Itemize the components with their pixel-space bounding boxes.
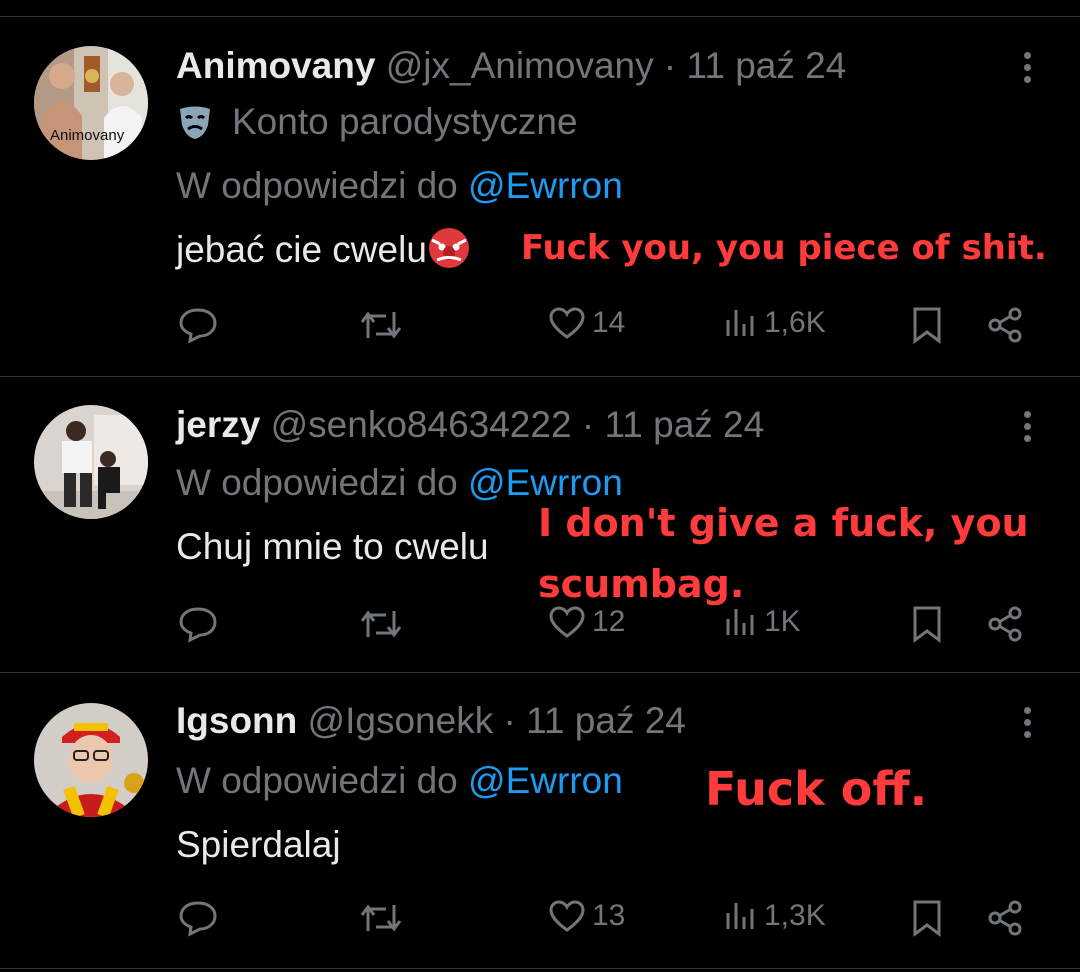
tweet-header: Animovany @jx_Animovany · 11 paź 24 — [176, 44, 846, 88]
reply-icon — [179, 901, 217, 937]
tweet-text: jebać cie cwelu — [176, 229, 427, 270]
reply-prefix: W odpowiedzi do — [176, 165, 458, 206]
share-button[interactable] — [986, 899, 1024, 937]
like-count: 12 — [592, 605, 626, 638]
more-options-icon[interactable] — [1020, 411, 1034, 447]
like-count: 13 — [592, 899, 626, 932]
tweet-text-row: Spierdalaj — [176, 823, 341, 867]
share-icon — [988, 606, 1022, 642]
bookmark-icon — [913, 606, 941, 643]
repost-button[interactable] — [358, 901, 404, 935]
views-icon — [726, 310, 754, 336]
separator-dot: · — [581, 404, 595, 445]
reply-button[interactable] — [178, 306, 218, 344]
view-count: 1K — [764, 605, 801, 638]
separator-dot: · — [663, 45, 677, 86]
tweet-3[interactable]: Igsonn @Igsonekk · 11 paź 24 W odpowiedz… — [0, 673, 1080, 972]
bookmark-button[interactable] — [912, 605, 942, 643]
bottom-divider — [0, 968, 1080, 969]
repost-icon — [360, 904, 402, 932]
bookmark-icon — [913, 900, 941, 937]
tweet-text-row: jebać cie cwelu — [176, 226, 471, 272]
like-count: 14 — [592, 306, 626, 339]
reply-mention-link[interactable]: @Ewrron — [468, 165, 623, 206]
separator-dot: · — [503, 700, 516, 741]
avatar[interactable]: Animovany — [34, 46, 148, 160]
parody-label: Konto parodystyczne — [176, 100, 578, 144]
view-count: 1,3K — [764, 899, 826, 932]
repost-icon — [360, 311, 402, 339]
like-button[interactable]: 13 — [548, 899, 625, 933]
tweet-1[interactable]: Animovany Animovany @jx_Animovany · 11 p… — [0, 0, 1080, 376]
view-count: 1,6K — [764, 306, 826, 339]
views-icon — [726, 609, 754, 635]
repost-icon — [360, 610, 402, 638]
bookmark-button[interactable] — [912, 306, 942, 344]
share-button[interactable] — [986, 605, 1024, 643]
goblin-emoji — [428, 228, 469, 268]
user-handle[interactable]: @Igsonekk — [308, 700, 494, 741]
tweet-date[interactable]: 11 paź 24 — [687, 45, 847, 86]
views-icon — [726, 903, 754, 929]
display-name[interactable]: jerzy — [176, 404, 260, 445]
tweet-date[interactable]: 11 paź 24 — [604, 404, 764, 445]
share-button[interactable] — [986, 306, 1024, 344]
share-icon — [988, 900, 1022, 936]
tweet-header: Igsonn @Igsonekk · 11 paź 24 — [176, 699, 686, 743]
action-bar: 12 1K — [0, 599, 1080, 649]
translation-overlay: Fuck you, you piece of shit. — [521, 228, 1047, 268]
tweet-2[interactable]: jerzy @senko84634222 · 11 paź 24 W odpow… — [0, 377, 1080, 672]
translation-overlay-line-1: I don't give a fuck, you — [538, 501, 1029, 545]
user-handle[interactable]: @jx_Animovany — [386, 45, 654, 86]
avatar[interactable] — [34, 703, 148, 817]
heart-icon — [549, 900, 585, 932]
tweet-date[interactable]: 11 paź 24 — [526, 700, 686, 741]
views-button[interactable]: 1,6K — [724, 306, 826, 340]
reply-context: W odpowiedzi do @Ewrron — [176, 759, 623, 803]
reply-button[interactable] — [178, 899, 218, 937]
avatar[interactable] — [34, 405, 148, 519]
reply-prefix: W odpowiedzi do — [176, 462, 458, 503]
display-name[interactable]: Animovany — [176, 45, 375, 86]
more-options-icon[interactable] — [1020, 52, 1034, 88]
bookmark-button[interactable] — [912, 899, 942, 937]
tweet-text-row: Chuj mnie to cwelu — [176, 525, 489, 569]
user-handle[interactable]: @senko84634222 — [271, 404, 572, 445]
display-name[interactable]: Igsonn — [176, 700, 297, 741]
tweet-header: jerzy @senko84634222 · 11 paź 24 — [176, 403, 764, 447]
reply-mention-link[interactable]: @Ewrron — [468, 760, 623, 801]
reply-icon — [179, 308, 217, 344]
reply-icon — [179, 607, 217, 643]
tweet-text: Spierdalaj — [176, 824, 341, 865]
action-bar: 13 1,3K — [0, 893, 1080, 943]
heart-icon — [549, 606, 585, 638]
reply-prefix: W odpowiedzi do — [176, 760, 458, 801]
reply-button[interactable] — [178, 605, 218, 643]
translation-overlay: Fuck off. — [705, 762, 928, 816]
avatar-label: Animovany — [50, 127, 125, 144]
parody-text: Konto parodystyczne — [232, 101, 578, 142]
like-button[interactable]: 14 — [548, 306, 625, 340]
repost-button[interactable] — [358, 607, 404, 641]
like-button[interactable]: 12 — [548, 605, 625, 639]
mask-icon — [180, 106, 210, 139]
views-button[interactable]: 1K — [724, 605, 801, 639]
more-options-icon[interactable] — [1020, 707, 1034, 743]
reply-context: W odpowiedzi do @Ewrron — [176, 164, 623, 208]
action-bar: 14 1,6K — [0, 300, 1080, 350]
tweet-text: Chuj mnie to cwelu — [176, 526, 489, 567]
share-icon — [988, 307, 1022, 343]
bookmark-icon — [913, 307, 941, 344]
reply-mention-link[interactable]: @Ewrron — [468, 462, 623, 503]
heart-icon — [549, 307, 585, 339]
views-button[interactable]: 1,3K — [724, 899, 826, 933]
repost-button[interactable] — [358, 308, 404, 342]
